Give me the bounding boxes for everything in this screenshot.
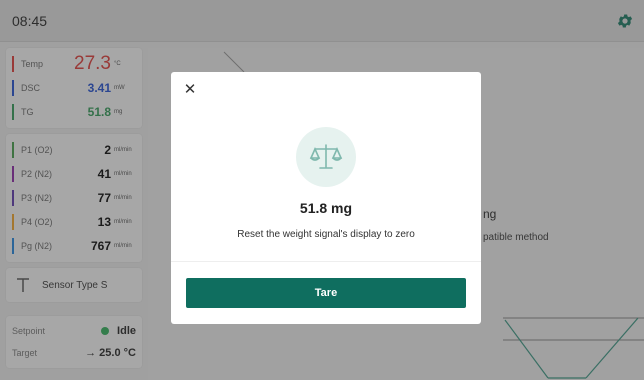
scale-icon (296, 127, 356, 187)
tare-description: Reset the weight signal's display to zer… (237, 229, 415, 240)
divider (171, 261, 481, 262)
close-icon[interactable]: ✕ (183, 82, 197, 97)
tare-dialog: ✕ 51.8 mg Reset the weight signal's disp… (171, 72, 481, 324)
tare-button[interactable]: Tare (186, 278, 466, 308)
weight-value: 51.8 mg (299, 200, 353, 216)
